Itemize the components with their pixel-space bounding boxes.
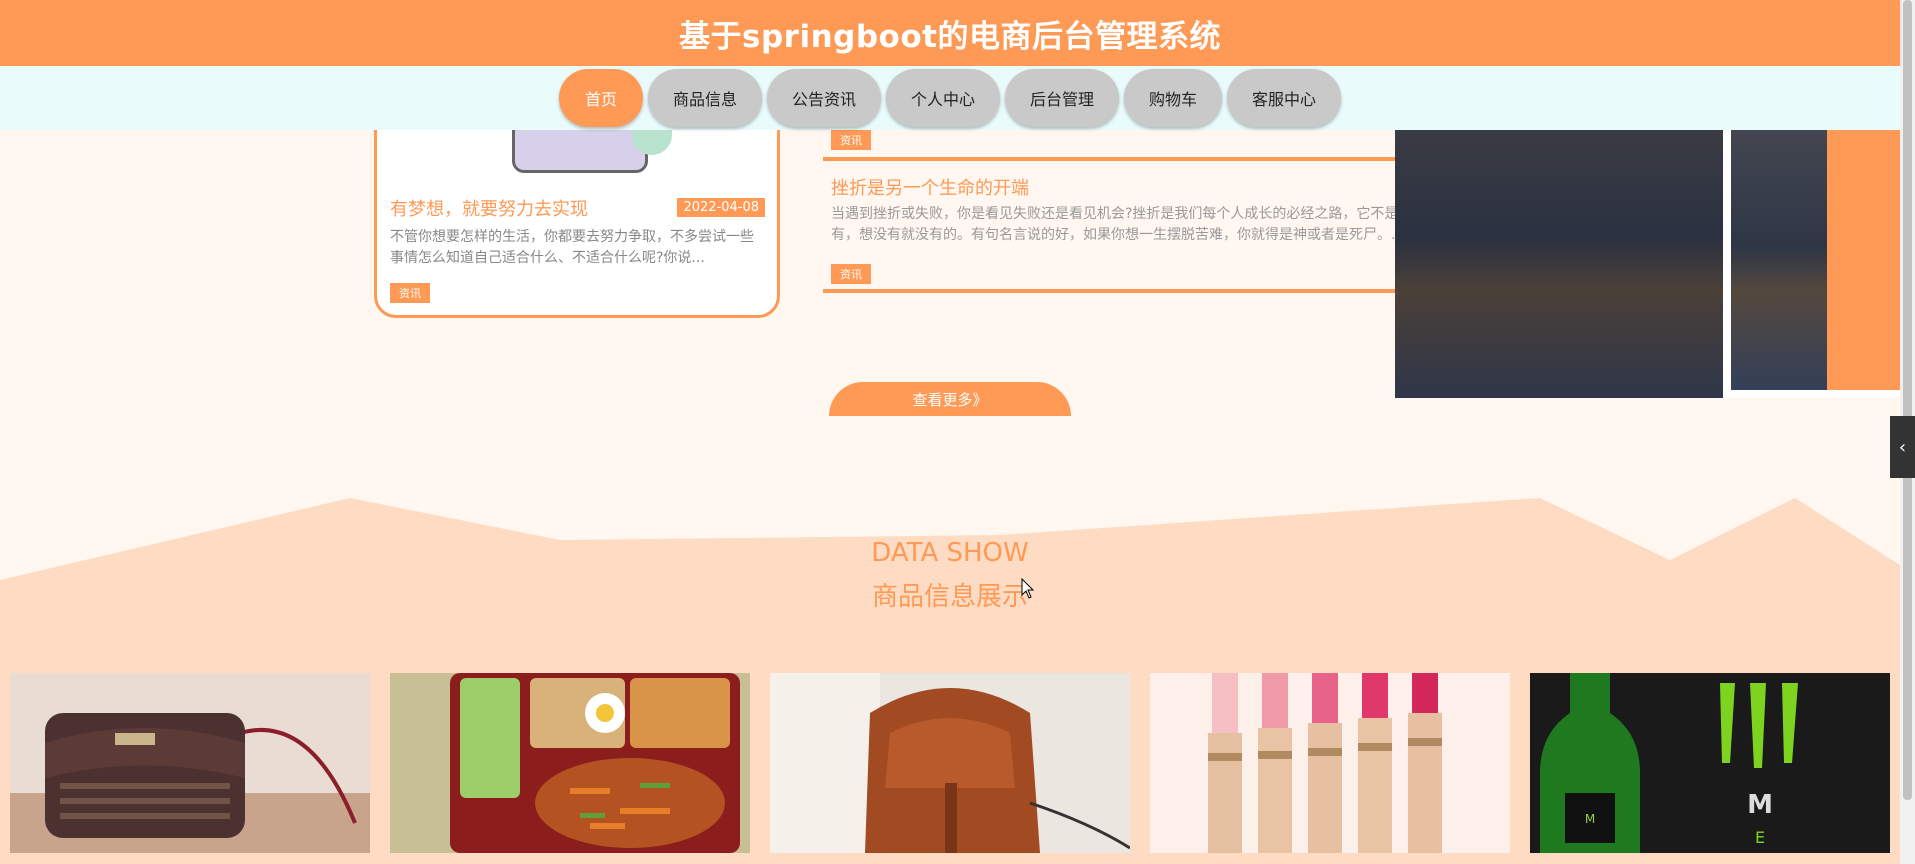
news-card-title[interactable]: 有梦想，就要努力去实现 xyxy=(390,195,588,221)
mouse-cursor-icon xyxy=(1021,578,1035,599)
handbag-image xyxy=(10,673,370,853)
news-photo[interactable] xyxy=(1395,130,1723,398)
news-photo-block xyxy=(1395,130,1900,398)
news-divider xyxy=(823,157,1493,161)
view-more-button[interactable]: 查看更多》 xyxy=(829,382,1071,416)
site-header: 基于springboot的电商后台管理系统 xyxy=(0,0,1900,66)
news-item-tag: 资讯 xyxy=(831,264,871,284)
svg-text:M: M xyxy=(1585,812,1595,826)
product-card[interactable] xyxy=(1150,673,1510,853)
lipsticks-image xyxy=(1150,673,1510,853)
main-nav: 首页 商品信息 公告资讯 个人中心 后台管理 购物车 客服中心 xyxy=(0,66,1900,130)
chevron-left-icon: ‹ xyxy=(1898,436,1907,458)
section-title-en: DATA SHOW xyxy=(871,538,1029,568)
product-card[interactable] xyxy=(390,673,750,853)
news-item-title[interactable]: 挫折是另一个生命的开端 xyxy=(831,174,1029,200)
nav-item-home[interactable]: 首页 xyxy=(558,69,643,127)
monster-energy-image: M M E xyxy=(1530,673,1890,853)
photo-bottom-gap xyxy=(1723,390,1900,398)
news-item-text: 当遇到挫折或失败，你是看见失败还是看见机会?挫折是我们每个人成长的必经之路，它不… xyxy=(831,206,1455,243)
product-card[interactable] xyxy=(10,673,370,853)
news-card-text: 不管你想要怎样的生活，你都要去努力争取，不多尝试一些事情怎么知道自己适合什么、不… xyxy=(390,229,754,266)
photo-gap xyxy=(1723,130,1731,398)
section-title-cn: 商品信息展示 xyxy=(871,582,1028,612)
nav-item-cart[interactable]: 购物车 xyxy=(1124,69,1223,127)
news-photo-secondary[interactable] xyxy=(1731,130,1827,390)
scrollbar-thumb[interactable] xyxy=(1903,0,1912,800)
bento-image xyxy=(390,673,750,853)
nav-item-news[interactable]: 公告资讯 xyxy=(766,69,881,127)
nav-item-service[interactable]: 客服中心 xyxy=(1227,69,1342,127)
nav-item-products[interactable]: 商品信息 xyxy=(647,69,762,127)
news-tag: 资讯 xyxy=(831,130,871,150)
svg-text:E: E xyxy=(1755,828,1765,847)
news-list-item[interactable]: 挫折是另一个生命的开端 2022-04-08 当遇到挫折或失败，你是看见失败还是… xyxy=(823,174,1493,284)
side-panel-toggle[interactable]: ‹ xyxy=(1890,416,1915,478)
news-card-date: 2022-04-08 xyxy=(677,198,765,217)
product-card[interactable]: M M E xyxy=(1530,673,1890,853)
news-divider xyxy=(823,289,1493,293)
news-card-tag: 资讯 xyxy=(390,283,430,303)
news-card[interactable]: 有梦想，就要努力去实现 2022-04-08 不管你想要怎样的生活，你都要去努力… xyxy=(374,110,780,318)
site-title: 基于springboot的电商后台管理系统 xyxy=(679,18,1221,55)
product-card[interactable] xyxy=(770,673,1130,853)
nav-item-profile[interactable]: 个人中心 xyxy=(885,69,1000,127)
product-list: M M E xyxy=(10,673,1890,853)
nav-item-admin[interactable]: 后台管理 xyxy=(1005,69,1120,127)
svg-text:M: M xyxy=(1747,790,1773,820)
leather-bag-image xyxy=(770,673,1130,853)
